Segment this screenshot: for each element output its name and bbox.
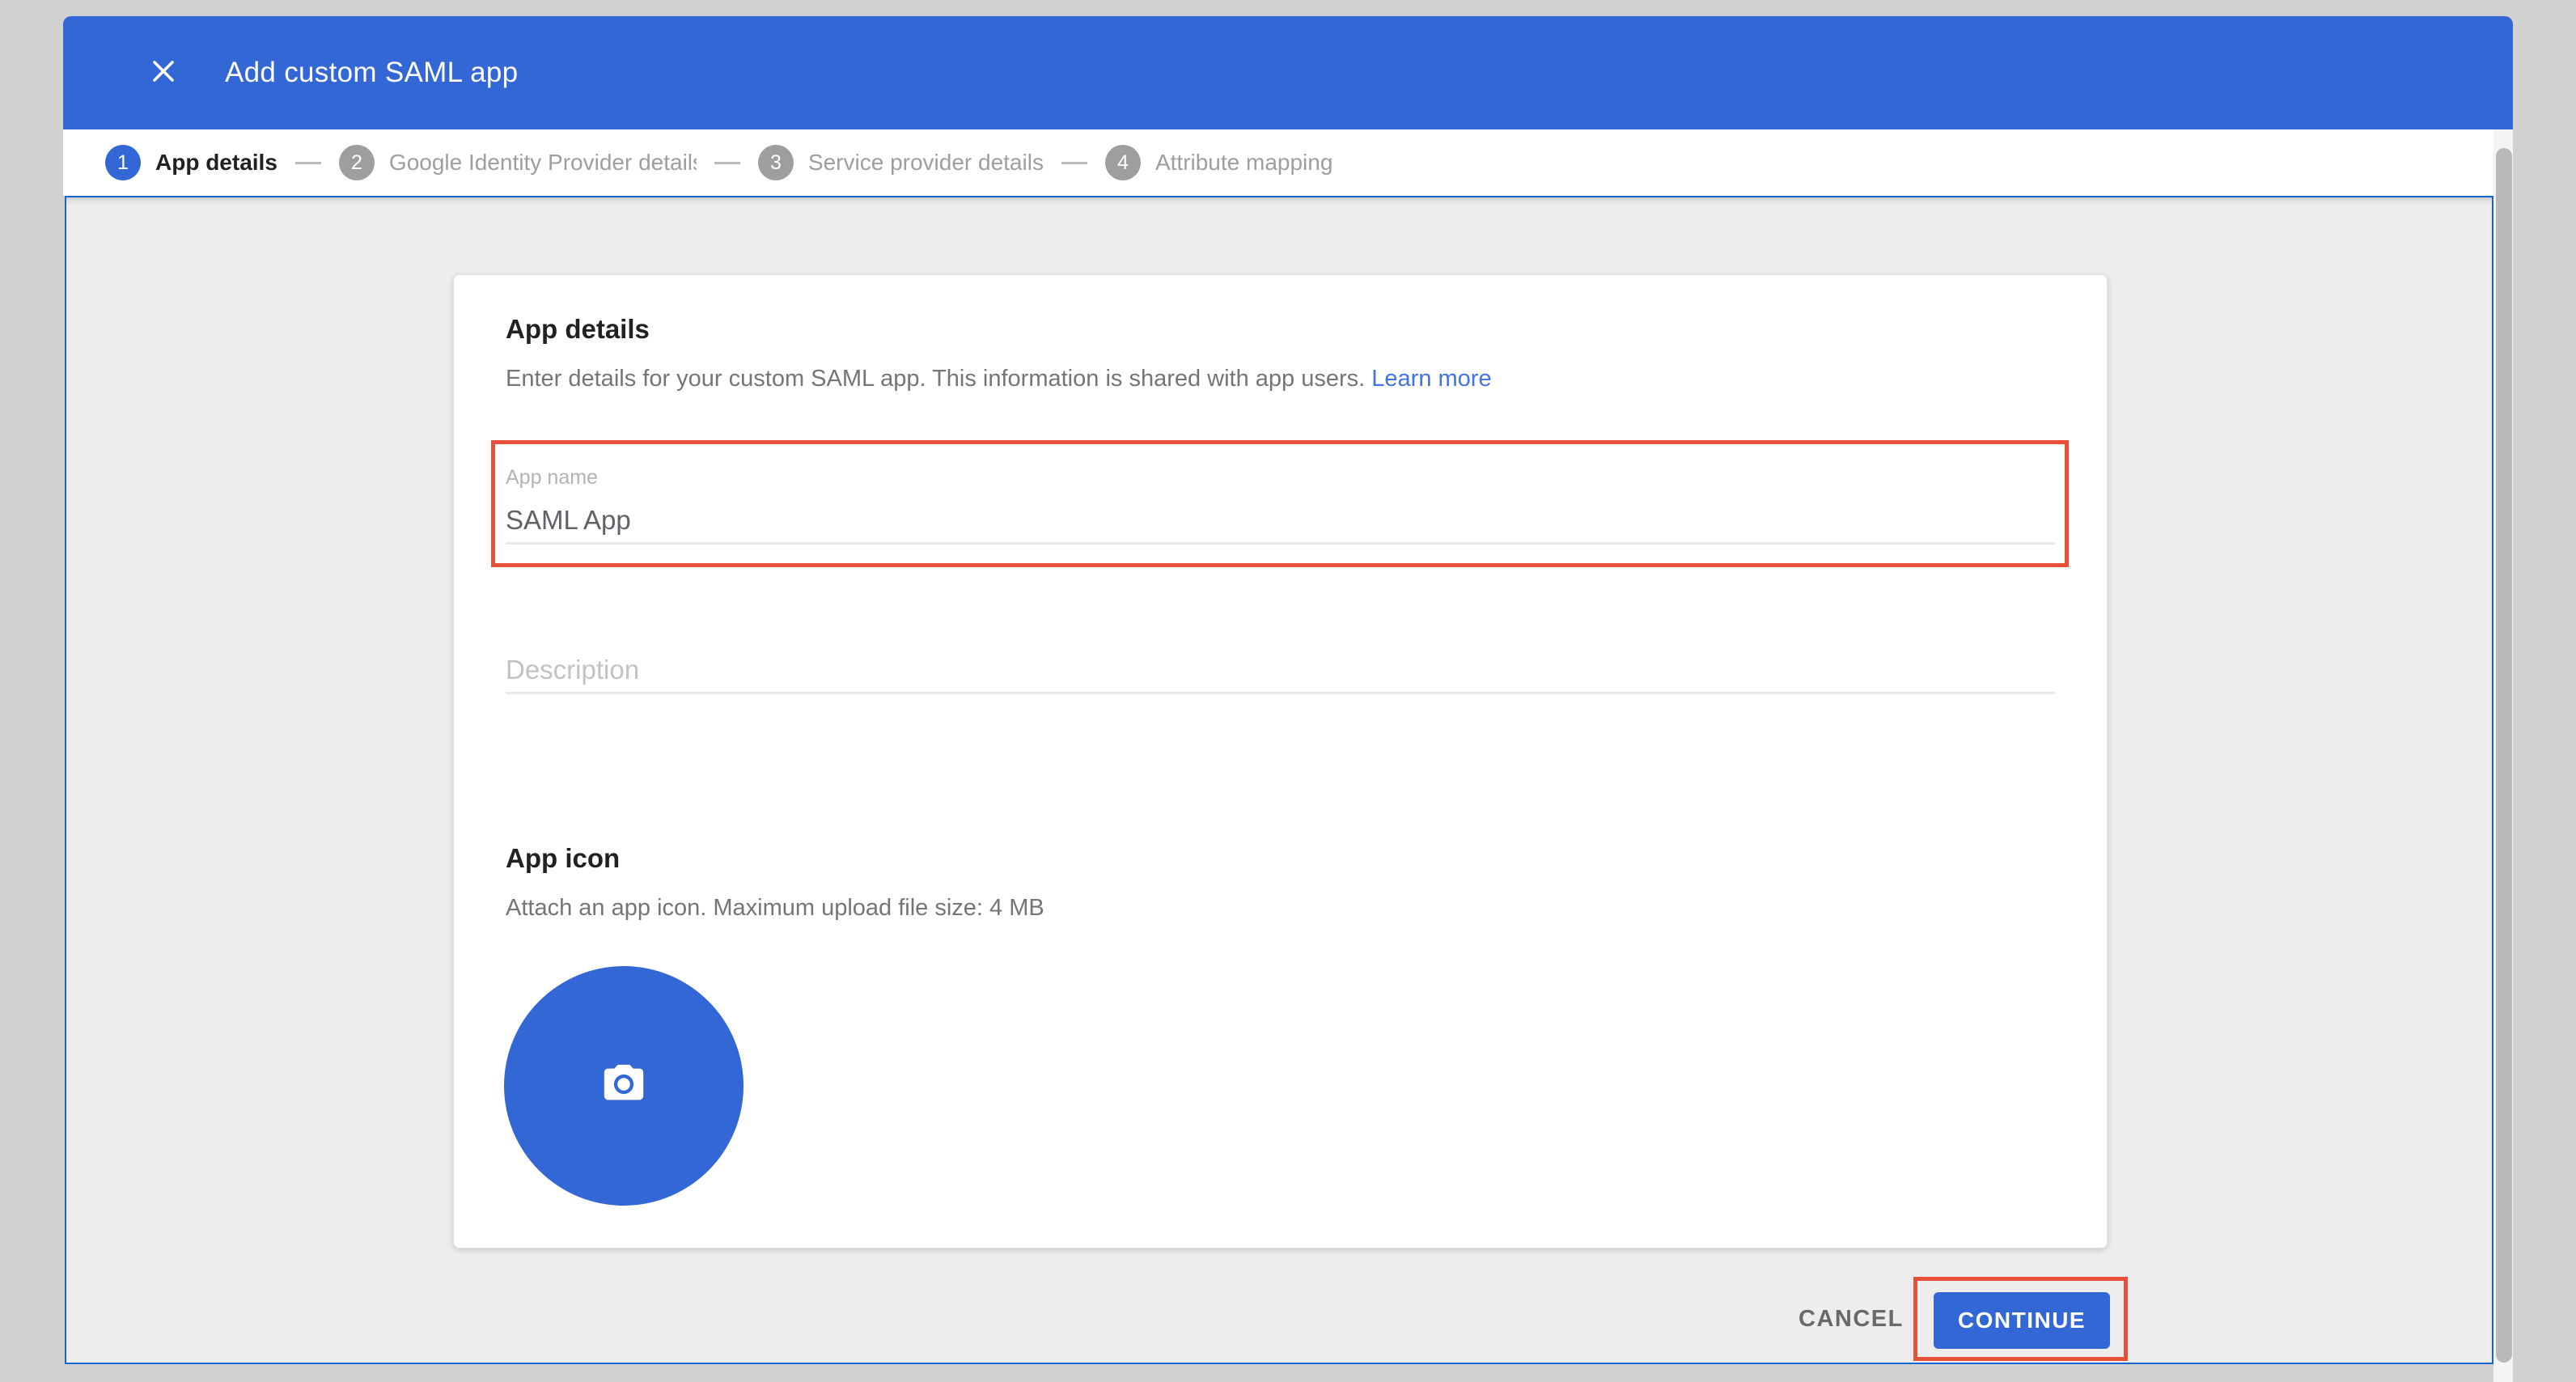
cancel-button[interactable]: CANCEL xyxy=(1799,1306,1904,1333)
step-4-label: Attribute mapping xyxy=(1155,150,1332,176)
step-google-idp-details: 2 Google Identity Provider details xyxy=(339,145,697,180)
app-icon-hint: Attach an app icon. Maximum upload file … xyxy=(506,895,1044,922)
dialog-header: Add custom SAML app xyxy=(63,16,2513,129)
step-1-label: App details xyxy=(155,150,278,176)
step-app-details: 1 App details xyxy=(105,145,278,180)
step-divider xyxy=(295,162,321,164)
dialog-title: Add custom SAML app xyxy=(225,57,518,89)
app-icon-upload-button[interactable] xyxy=(504,966,744,1206)
app-icon-title: App icon xyxy=(506,843,620,874)
step-3-label: Service provider details xyxy=(808,150,1044,176)
card-description-text: Enter details for your custom SAML app. … xyxy=(506,366,1365,392)
continue-button[interactable]: CONTINUE xyxy=(1934,1292,2110,1349)
scrollbar-thumb[interactable] xyxy=(2496,148,2512,1363)
description-input[interactable] xyxy=(506,647,2055,694)
close-button[interactable] xyxy=(147,57,180,89)
step-2-label: Google Identity Provider details xyxy=(389,150,697,176)
step-divider xyxy=(714,162,740,164)
add-custom-saml-app-dialog: Add custom SAML app 1 App details 2 Goog… xyxy=(0,0,2576,1382)
camera-icon xyxy=(600,1061,647,1112)
app-name-input[interactable] xyxy=(506,498,2055,545)
app-name-label: App name xyxy=(506,466,598,490)
card-description: Enter details for your custom SAML app. … xyxy=(506,366,1492,392)
stepper: 1 App details 2 Google Identity Provider… xyxy=(63,129,2513,196)
learn-more-link[interactable]: Learn more xyxy=(1371,366,1491,392)
step-divider xyxy=(1061,162,1087,164)
step-1-circle: 1 xyxy=(105,145,141,180)
step-2-circle: 2 xyxy=(339,145,375,180)
step-attribute-mapping: 4 Attribute mapping xyxy=(1105,145,1332,180)
step-service-provider-details: 3 Service provider details xyxy=(758,145,1044,180)
card-title: App details xyxy=(506,314,650,345)
step-4-circle: 4 xyxy=(1105,145,1141,180)
close-icon xyxy=(148,56,179,91)
step-3-circle: 3 xyxy=(758,145,794,180)
